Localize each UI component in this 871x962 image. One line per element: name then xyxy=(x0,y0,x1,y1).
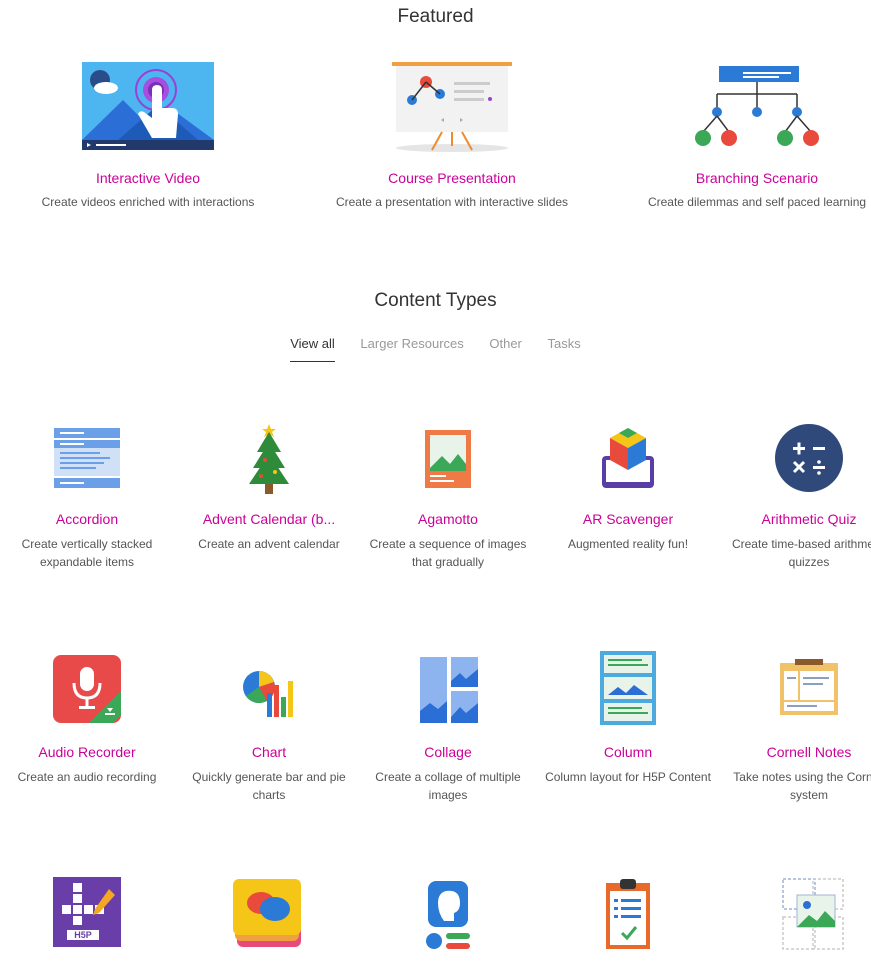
speak-words-icon xyxy=(408,877,488,957)
content-type-desc: Augmented reality fun! xyxy=(567,537,689,551)
dialog-cards-icon xyxy=(229,877,309,957)
christmas-tree-icon xyxy=(229,418,309,498)
content-type-name: Column xyxy=(603,744,653,760)
content-type-tabs: View all Larger Resources Other Tasks xyxy=(0,336,871,362)
featured-desc: Create videos enriched with interactions xyxy=(41,195,255,209)
crossword-icon-text: H5P xyxy=(74,930,92,940)
featured-desc: Create a presentation with interactive s… xyxy=(335,195,569,209)
microphone-icon xyxy=(47,651,127,731)
tab-tasks[interactable]: Tasks xyxy=(548,336,581,361)
content-type-card-accordion[interactable]: Accordion Create vertically stacked expa… xyxy=(2,418,172,571)
content-type-card-drag-image[interactable] xyxy=(724,877,871,957)
content-type-desc: Quickly generate bar and pie charts xyxy=(192,770,346,802)
content-type-card-speak-the-words[interactable] xyxy=(363,877,533,957)
content-type-card-checklist[interactable] xyxy=(543,877,713,957)
content-type-desc: Create vertically stacked expandable ite… xyxy=(21,537,153,569)
featured-title: Featured xyxy=(397,6,474,27)
content-type-desc: Create an audio recording xyxy=(17,770,157,784)
chart-icon xyxy=(229,651,309,731)
featured-card-course-presentation[interactable]: Course Presentation Create a presentatio… xyxy=(322,60,582,211)
content-type-card-column[interactable]: Column Column layout for H5P Content xyxy=(543,651,713,804)
branching-scenario-icon xyxy=(687,60,827,152)
content-type-desc: Column layout for H5P Content xyxy=(545,770,711,784)
featured-name: Interactive Video xyxy=(95,170,201,186)
content-type-card-arithmetic-quiz[interactable]: Arithmetic Quiz Create time-based arithm… xyxy=(724,418,871,571)
checklist-icon xyxy=(588,877,668,957)
arithmetic-icon xyxy=(769,418,849,498)
content-type-desc: Create a collage of multiple images xyxy=(375,770,521,802)
tab-view-all[interactable]: View all xyxy=(290,336,335,362)
collage-icon xyxy=(408,651,488,731)
content-type-name: Accordion xyxy=(55,511,119,527)
content-type-desc: Create time-based arithmetic quizzes xyxy=(731,537,871,569)
content-type-name: Chart xyxy=(251,744,287,760)
crossword-icon: H5P xyxy=(47,877,127,957)
content-type-card-cornell-notes[interactable]: Cornell Notes Take notes using the Corne… xyxy=(724,651,871,804)
content-type-card-chart[interactable]: Chart Quickly generate bar and pie chart… xyxy=(184,651,354,804)
tab-larger-resources[interactable]: Larger Resources xyxy=(360,336,463,361)
content-type-name: Arithmetic Quiz xyxy=(761,511,857,527)
content-type-name: Audio Recorder xyxy=(38,744,136,760)
content-type-card-audio-recorder[interactable]: Audio Recorder Create an audio recording xyxy=(2,651,172,804)
featured-desc: Create dilemmas and self paced learning xyxy=(647,195,867,209)
featured-name: Course Presentation xyxy=(388,170,516,186)
accordion-icon xyxy=(47,418,127,498)
content-type-card-crossword[interactable]: H5P xyxy=(2,877,172,957)
content-type-card-advent-calendar[interactable]: Advent Calendar (b... Create an advent c… xyxy=(184,418,354,571)
content-type-card-dialog-cards[interactable] xyxy=(184,877,354,957)
content-type-name: Cornell Notes xyxy=(766,744,852,760)
content-type-card-agamotto[interactable]: Agamotto Create a sequence of images tha… xyxy=(363,418,533,571)
content-types-title: Content Types xyxy=(374,290,497,311)
content-type-card-ar-scavenger[interactable]: AR Scavenger Augmented reality fun! xyxy=(543,418,713,571)
ar-cube-icon xyxy=(588,418,668,498)
cornell-notes-icon xyxy=(769,651,849,731)
column-icon xyxy=(588,651,668,731)
content-type-desc: Take notes using the Cornell system xyxy=(733,770,871,802)
tab-other[interactable]: Other xyxy=(489,336,522,361)
featured-name: Branching Scenario xyxy=(695,170,819,186)
content-type-card-collage[interactable]: Collage Create a collage of multiple ima… xyxy=(363,651,533,804)
course-presentation-icon xyxy=(382,60,522,152)
content-type-name: AR Scavenger xyxy=(582,511,674,527)
content-type-name: Advent Calendar (b... xyxy=(202,511,336,527)
content-type-name: Collage xyxy=(424,744,472,760)
interactive-video-icon xyxy=(78,60,218,152)
image-sequence-icon xyxy=(408,418,488,498)
drag-image-icon xyxy=(769,877,849,957)
content-type-desc: Create a sequence of images that gradual… xyxy=(369,537,527,569)
content-type-name: Agamotto xyxy=(418,511,478,527)
content-type-desc: Create an advent calendar xyxy=(198,537,340,551)
featured-card-branching-scenario[interactable]: Branching Scenario Create dilemmas and s… xyxy=(627,60,871,211)
featured-card-interactive-video[interactable]: Interactive Video Create videos enriched… xyxy=(18,60,278,211)
